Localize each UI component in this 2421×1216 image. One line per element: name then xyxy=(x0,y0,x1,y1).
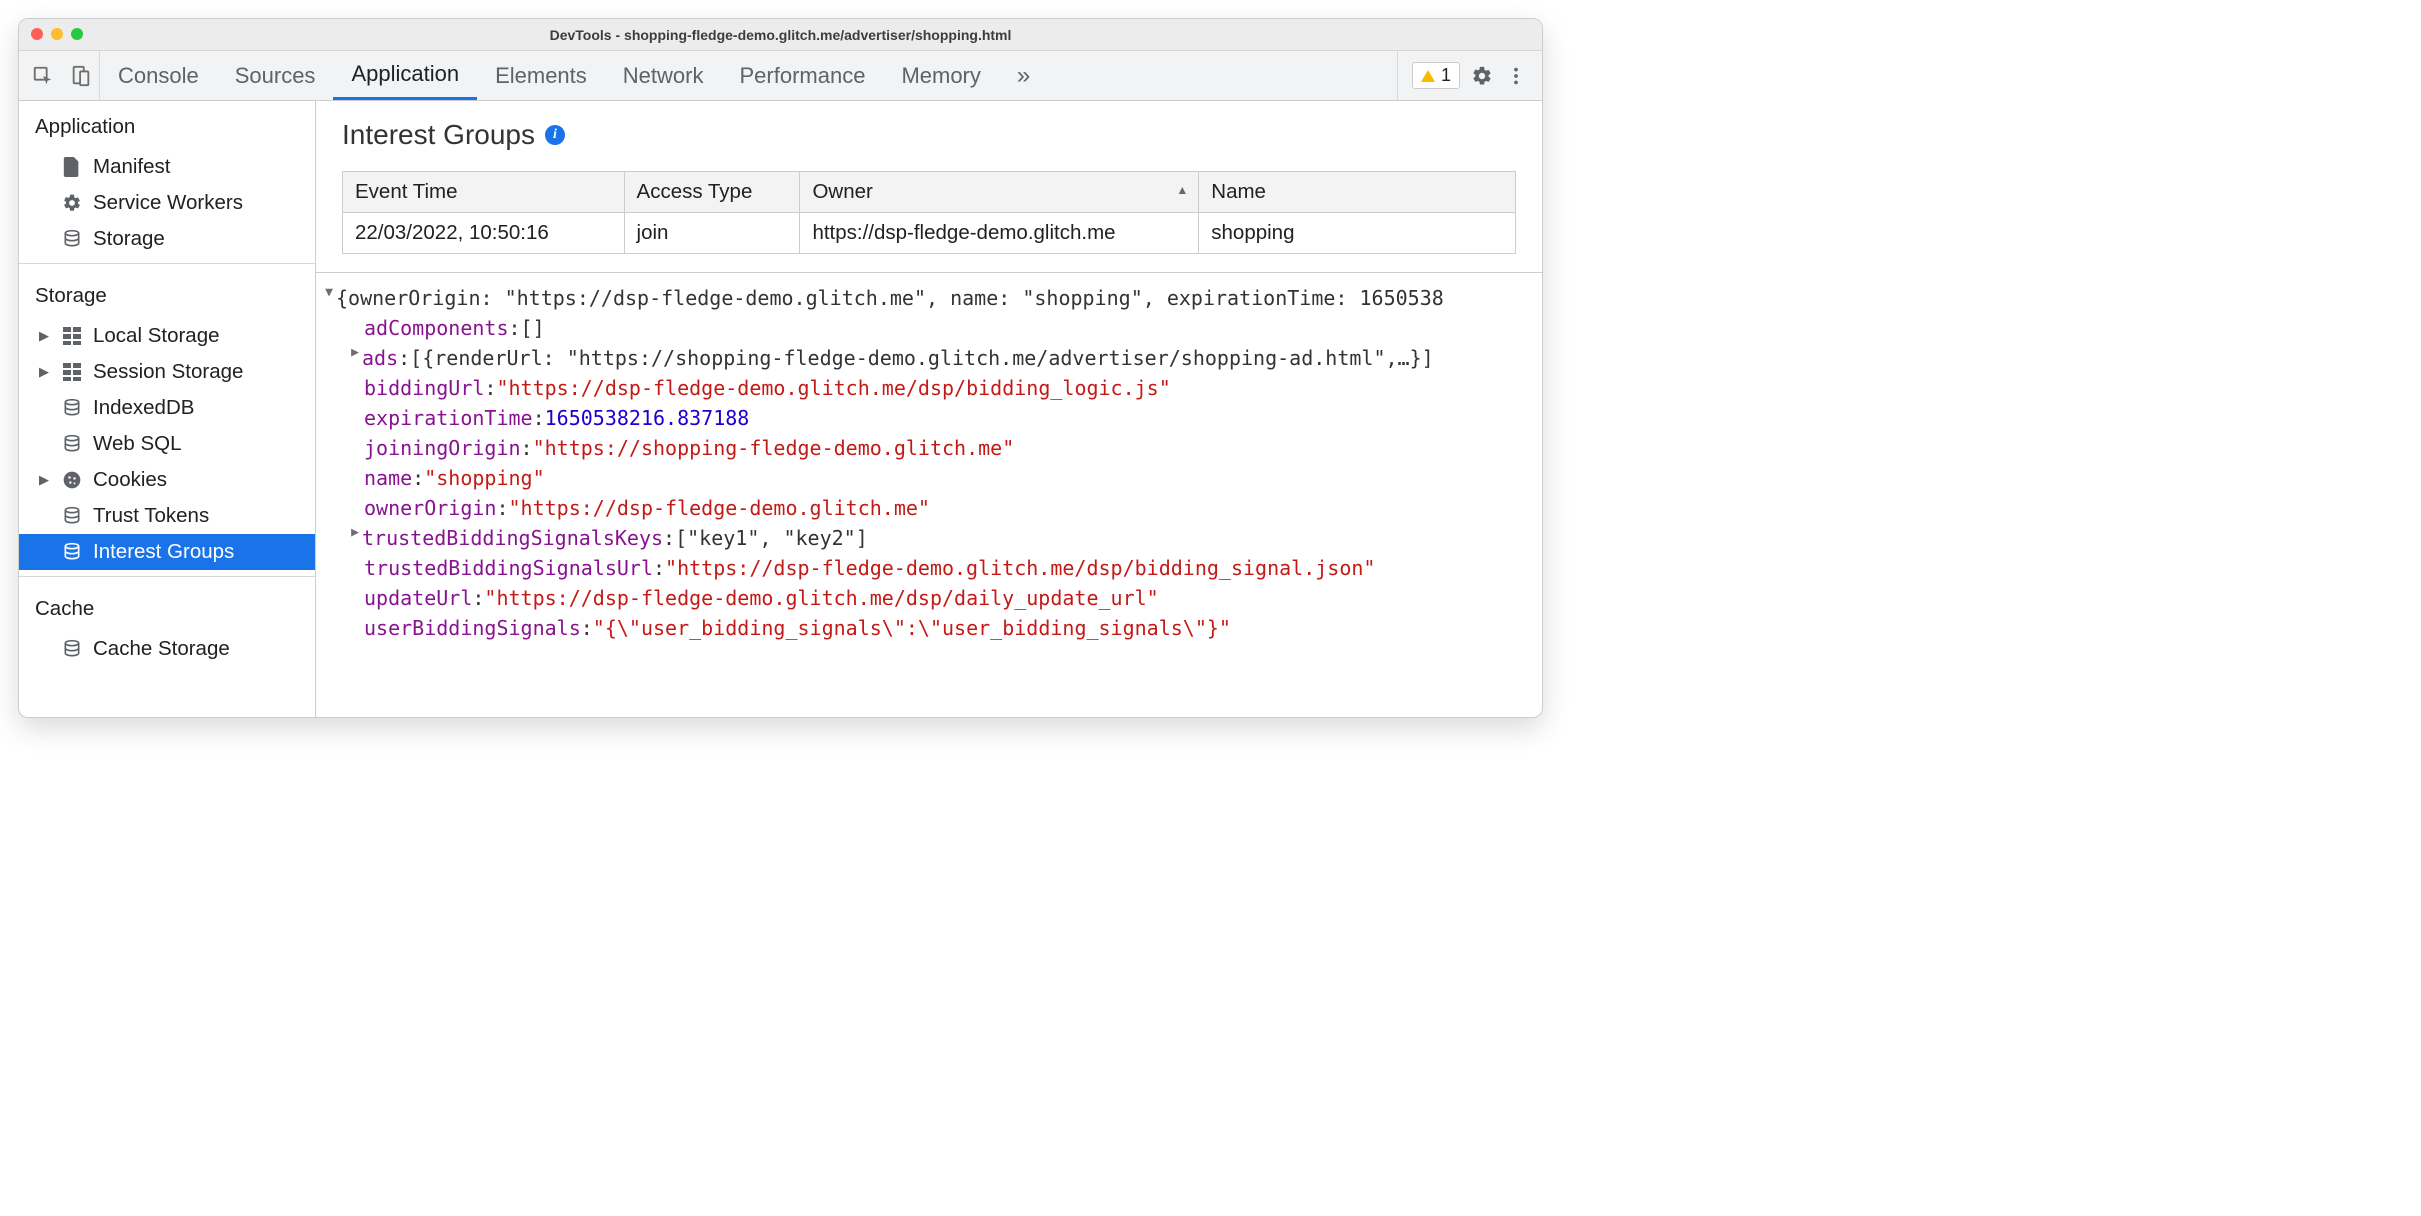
expand-icon[interactable]: ▶ xyxy=(37,472,51,488)
cell-event-time: 22/03/2022, 10:50:16 xyxy=(343,213,625,254)
file-icon xyxy=(61,156,83,178)
sidebar-item-cache-storage[interactable]: Cache Storage xyxy=(19,631,315,667)
device-toggle-icon[interactable] xyxy=(69,64,93,88)
database-icon xyxy=(61,638,83,660)
window-minimize-button[interactable] xyxy=(51,28,63,40)
table-row[interactable]: 22/03/2022, 10:50:16 join https://dsp-fl… xyxy=(343,213,1516,254)
warnings-count: 1 xyxy=(1441,65,1451,86)
devtools-tabs: Console Sources Application Elements Net… xyxy=(100,51,1397,100)
expand-toggle[interactable] xyxy=(348,343,362,363)
sidebar-section-cache: Cache xyxy=(19,583,315,631)
tab-performance[interactable]: Performance xyxy=(721,51,883,100)
grid-icon xyxy=(61,361,83,383)
sidebar-item-interest-groups[interactable]: Interest Groups xyxy=(19,534,315,570)
inspect-icon[interactable] xyxy=(31,64,55,88)
application-sidebar: Application Manifest Service Workers Sto… xyxy=(19,101,316,717)
tab-network[interactable]: Network xyxy=(605,51,722,100)
tabs-overflow-button[interactable]: » xyxy=(999,51,1048,100)
panel-heading: Interest Groups i xyxy=(316,101,1542,171)
database-icon xyxy=(61,228,83,250)
sidebar-item-label: Session Storage xyxy=(93,360,243,384)
sidebar-item-label: Local Storage xyxy=(93,324,220,348)
tab-memory[interactable]: Memory xyxy=(883,51,998,100)
th-event-time[interactable]: Event Time xyxy=(343,172,625,213)
warnings-badge[interactable]: 1 xyxy=(1412,62,1460,89)
window-title: DevTools - shopping-fledge-demo.glitch.m… xyxy=(550,27,1012,43)
mac-traffic-lights xyxy=(31,28,83,40)
window-close-button[interactable] xyxy=(31,28,43,40)
sidebar-section-application: Application xyxy=(19,101,315,149)
sidebar-item-label: Cache Storage xyxy=(93,637,230,661)
tab-console[interactable]: Console xyxy=(100,51,217,100)
tab-application[interactable]: Application xyxy=(333,51,477,100)
sidebar-item-websql[interactable]: Web SQL xyxy=(19,426,315,462)
window-maximize-button[interactable] xyxy=(71,28,83,40)
expand-icon[interactable]: ▶ xyxy=(37,328,51,344)
sidebar-section-storage: Storage xyxy=(19,270,315,318)
sidebar-item-indexeddb[interactable]: IndexedDB xyxy=(19,390,315,426)
titlebar: DevTools - shopping-fledge-demo.glitch.m… xyxy=(19,19,1542,51)
database-icon xyxy=(61,433,83,455)
sidebar-item-service-workers[interactable]: Service Workers xyxy=(19,185,315,221)
sidebar-item-cookies[interactable]: ▶ Cookies xyxy=(19,462,315,498)
expand-toggle[interactable] xyxy=(348,523,362,543)
sidebar-item-storage[interactable]: Storage xyxy=(19,221,315,257)
th-access-type[interactable]: Access Type xyxy=(624,172,800,213)
heading-text: Interest Groups xyxy=(342,119,535,151)
expand-icon[interactable]: ▶ xyxy=(37,364,51,380)
warning-icon xyxy=(1421,70,1435,82)
sidebar-item-manifest[interactable]: Manifest xyxy=(19,149,315,185)
sidebar-item-label: Service Workers xyxy=(93,191,243,215)
json-viewer[interactable]: {ownerOrigin: "https://dsp-fledge-demo.g… xyxy=(316,272,1542,717)
interest-groups-table: Event Time Access Type Owner Name 22/03/… xyxy=(342,171,1516,254)
sidebar-item-label: Trust Tokens xyxy=(93,504,209,528)
th-owner[interactable]: Owner xyxy=(800,172,1199,213)
cell-name: shopping xyxy=(1199,213,1516,254)
sidebar-item-label: Cookies xyxy=(93,468,167,492)
sidebar-item-session-storage[interactable]: ▶ Session Storage xyxy=(19,354,315,390)
devtools-window: DevTools - shopping-fledge-demo.glitch.m… xyxy=(18,18,1543,718)
sidebar-item-label: Storage xyxy=(93,227,165,251)
th-name[interactable]: Name xyxy=(1199,172,1516,213)
sidebar-item-local-storage[interactable]: ▶ Local Storage xyxy=(19,318,315,354)
database-icon xyxy=(61,505,83,527)
sidebar-item-label: Interest Groups xyxy=(93,540,234,564)
expand-toggle[interactable] xyxy=(322,283,336,303)
info-icon[interactable]: i xyxy=(545,125,565,145)
cell-access-type: join xyxy=(624,213,800,254)
sidebar-item-trust-tokens[interactable]: Trust Tokens xyxy=(19,498,315,534)
cookie-icon xyxy=(61,469,83,491)
settings-button[interactable] xyxy=(1470,64,1494,88)
devtools-toolbar: Console Sources Application Elements Net… xyxy=(19,51,1542,101)
database-icon xyxy=(61,397,83,419)
main-panel: Interest Groups i Event Time Access Type… xyxy=(316,101,1542,717)
database-icon xyxy=(61,541,83,563)
tab-sources[interactable]: Sources xyxy=(217,51,334,100)
cell-owner: https://dsp-fledge-demo.glitch.me xyxy=(800,213,1199,254)
sidebar-item-label: IndexedDB xyxy=(93,396,194,420)
sidebar-item-label: Manifest xyxy=(93,155,170,179)
json-summary: {ownerOrigin: "https://dsp-fledge-demo.g… xyxy=(336,283,1444,313)
more-options-button[interactable] xyxy=(1504,64,1528,88)
sidebar-item-label: Web SQL xyxy=(93,432,182,456)
gear-icon xyxy=(61,192,83,214)
grid-icon xyxy=(61,325,83,347)
tab-elements[interactable]: Elements xyxy=(477,51,605,100)
